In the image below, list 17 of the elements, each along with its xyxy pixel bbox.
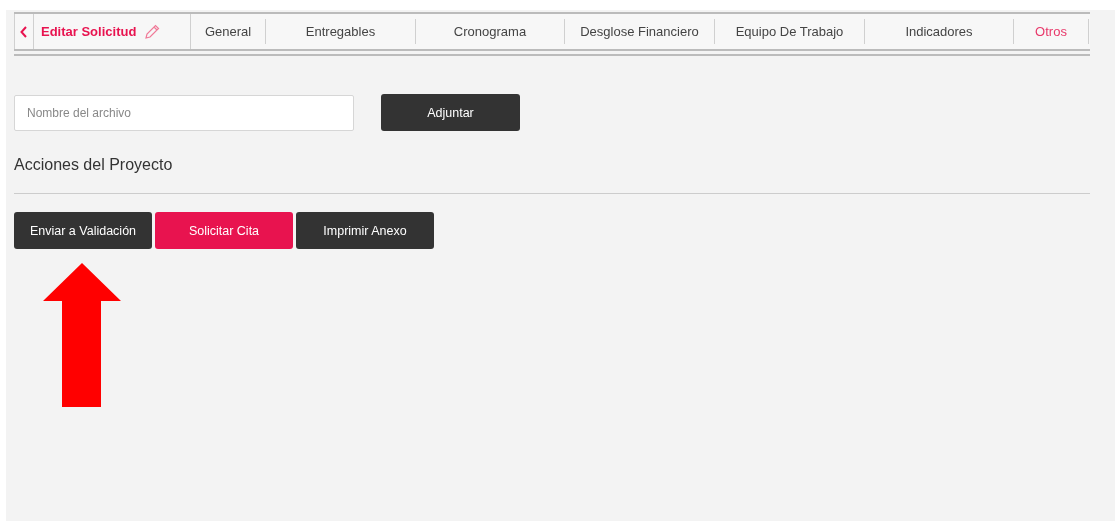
file-name-field[interactable]: Nombre del archivo [14,94,354,131]
back-button[interactable] [14,14,34,49]
page-title: Editar Solicitud [41,24,137,39]
tab[interactable]: Equipo De Trabajo [715,19,865,44]
section-title: Acciones del Proyecto [14,156,174,175]
tab[interactable]: Indicadores [865,19,1014,44]
tab[interactable]: General [191,19,266,44]
tab[interactable]: Desglose Financiero [565,19,715,44]
pencil-icon[interactable] [144,23,161,40]
tab[interactable]: Entregables [266,19,416,44]
action-button[interactable]: Imprimir Anexo [296,212,434,249]
action-button[interactable]: Enviar a Validación [14,212,152,249]
chevron-left-icon [20,25,28,38]
tab[interactable]: Cronograma [416,19,565,44]
tab[interactable]: Otros [1014,19,1089,44]
action-button[interactable]: Solicitar Cita [155,212,293,249]
attach-button[interactable]: Adjuntar [381,94,520,131]
